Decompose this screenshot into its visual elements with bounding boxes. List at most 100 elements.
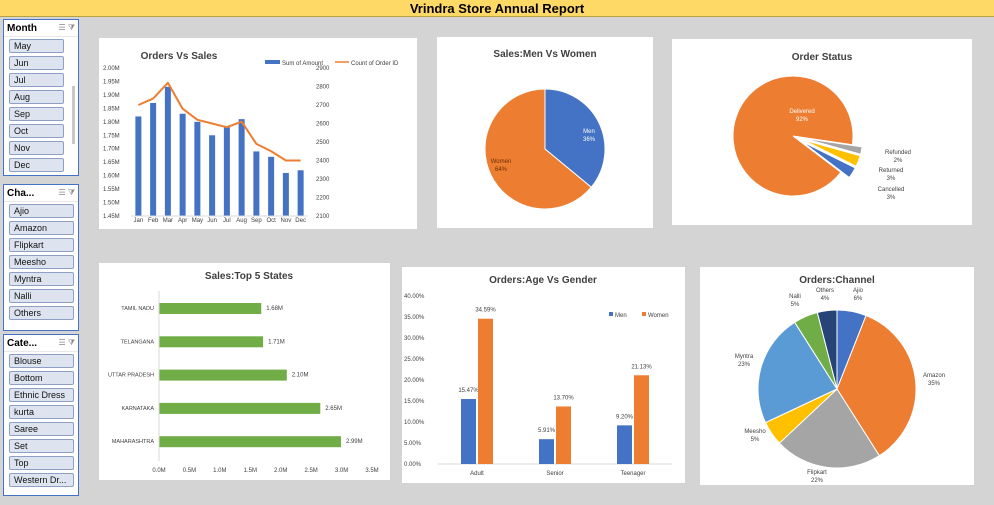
slicer-item-western-dress[interactable]: Western Dr...: [9, 472, 74, 488]
orders-vs-sales-chart: Orders Vs SalesSum of Amount Count of Ord…: [103, 51, 399, 224]
bar-jul: [223, 127, 230, 216]
bar-senior-women: [556, 406, 571, 464]
x-tick-label: 2.0M: [274, 468, 287, 474]
slice-label-meesho: Meesho: [744, 429, 766, 435]
slice-value-ajio: 6%: [854, 296, 863, 302]
x-tick-label: Sep: [251, 218, 262, 224]
chart-title: Orders:Channel: [799, 275, 875, 286]
multi-select-icon[interactable]: ☰: [58, 188, 65, 197]
y-left-tick-label: 1.70M: [103, 147, 120, 153]
slicer-item-jun[interactable]: Jun: [9, 55, 64, 71]
slice-value-refunded: 2%: [894, 158, 903, 164]
slicer-item-may[interactable]: May: [9, 39, 64, 54]
slicer-item-jul[interactable]: Jul: [9, 72, 64, 88]
y-tick-label: 15.00%: [404, 399, 425, 405]
slicer-item-sep[interactable]: Sep: [9, 106, 64, 122]
bar-senior-men: [539, 439, 554, 464]
y-right-tick-label: 2200: [316, 196, 330, 202]
slicer-item-others[interactable]: Others: [9, 305, 74, 321]
data-label-telangana: 1.71M: [268, 339, 285, 345]
legend-label-count-of-order-id: Count of Order ID: [351, 61, 399, 67]
data-label-adult-women: 34.59%: [475, 308, 496, 314]
age-vs-gender-chart: Orders:Age Vs Gender 0.00% 5.00% 10.00% 15.0…: [404, 275, 672, 477]
slice-label-delivered: Delivered: [789, 109, 814, 115]
legend-label-men: Men: [615, 313, 627, 319]
slicer-item-meesho[interactable]: Meesho: [9, 254, 74, 270]
slicer-item-ajio[interactable]: Ajio: [9, 204, 74, 219]
bar-jun: [209, 135, 216, 216]
slicer-item-flipkart[interactable]: Flipkart: [9, 237, 74, 253]
bar-aug: [238, 119, 245, 216]
bar-maharashtra: [159, 436, 341, 448]
x-tick-label: Jan: [134, 218, 144, 224]
x-tick-label: Aug: [236, 218, 247, 224]
clear-filter-icon[interactable]: ⧩: [68, 23, 75, 32]
multi-select-icon[interactable]: ☰: [58, 23, 65, 32]
slicer-title: Month: [7, 22, 37, 34]
x-tick-label: Feb: [148, 218, 159, 224]
slice-value-myntra: 23%: [738, 362, 751, 368]
y-right-tick-label: 2800: [316, 85, 330, 91]
line-count-of-order-id: [137, 81, 301, 162]
data-label-adult-men: 15.47%: [458, 388, 479, 394]
slicer-item-blouse[interactable]: Blouse: [9, 354, 74, 369]
slicer-title: Cate...: [7, 337, 38, 349]
slicer-item-bottom[interactable]: Bottom: [9, 370, 74, 386]
slicer-item-saree[interactable]: Saree: [9, 421, 74, 437]
legend-swatch-sum-of-amount: [265, 60, 280, 64]
slicer-item-ethnic-dress[interactable]: Ethnic Dress: [9, 387, 74, 403]
legend-label-women: Women: [648, 313, 669, 319]
data-label-teenager-men: 9.20%: [616, 414, 634, 420]
slice-value-flipkart: 22%: [811, 478, 824, 484]
multi-select-icon[interactable]: ☰: [58, 338, 65, 347]
slice-value-others: 4%: [821, 296, 830, 302]
top-states-card[interactable]: Sales:Top 5 States 0.0M 0.5M 1.0M 1.5M 2.0M 2.…: [99, 263, 390, 480]
y-left-tick-label: 1.95M: [103, 79, 120, 85]
orders-vs-sales-card[interactable]: Orders Vs Sales Sum of Amount Count of Ord…: [99, 38, 417, 229]
x-tick-label: Jun: [207, 218, 217, 224]
x-tick-label: 1.0M: [213, 468, 226, 474]
slicer-item-nalli[interactable]: Nalli: [9, 288, 74, 304]
men-vs-women-card[interactable]: Sales:Men Vs Women Men 36% Women 64%: [437, 37, 653, 228]
x-tick-label: Teenager: [620, 471, 645, 477]
slicer-scrollbar[interactable]: [72, 86, 75, 144]
data-label-uttar-pradesh: 2.10M: [292, 373, 309, 379]
slicer-item-myntra[interactable]: Myntra: [9, 271, 74, 287]
bar-uttar-pradesh: [159, 369, 287, 381]
slicer-item-set[interactable]: Set: [9, 438, 74, 454]
channel-slicer[interactable]: Cha... ☰ ⧩ Ajio Amazon Flipkart Meesho M…: [3, 184, 79, 331]
slice-label-returned: Returned: [879, 168, 904, 174]
slicer-item-oct[interactable]: Oct: [9, 123, 64, 139]
chart-title: Sales:Men Vs Women: [493, 49, 596, 60]
y-right-tick-label: 2400: [316, 159, 330, 165]
x-tick-label: 3.5M: [365, 468, 378, 474]
category-slicer[interactable]: Cate... ☰ ⧩ Blouse Bottom Ethnic Dress k…: [3, 334, 79, 496]
men-vs-women-chart: Sales:Men Vs Women Men 36% Women 64%: [484, 49, 606, 210]
y-left-tick-label: 1.50M: [103, 201, 120, 207]
orders-channel-card[interactable]: Orders:Channel Ajio 6% Amazon 35% Flipkart 22%…: [700, 267, 974, 485]
clear-filter-icon[interactable]: ⧩: [68, 188, 75, 197]
bar-telangana: [159, 336, 264, 348]
slicer-item-dec[interactable]: Dec: [9, 157, 64, 173]
slice-label-others: Others: [816, 288, 834, 294]
order-status-card[interactable]: Order Status Delivered 92% Refunded 2% Return…: [672, 39, 972, 225]
slicer-item-top[interactable]: Top: [9, 455, 74, 471]
data-label-karnataka: 2.65M: [325, 406, 342, 412]
slicer-item-nov[interactable]: Nov: [9, 140, 64, 156]
x-tick-label: Dec: [295, 218, 306, 224]
x-tick-label: Nov: [281, 218, 292, 224]
y-left-tick-label: 1.55M: [103, 187, 120, 193]
slicer-item-aug[interactable]: Aug: [9, 89, 64, 105]
age-vs-gender-card[interactable]: Orders:Age Vs Gender 0.00% 5.00% 10.00% 15.0…: [402, 267, 685, 483]
slice-label-myntra: Myntra: [735, 354, 754, 360]
slice-label-men: Men: [583, 129, 595, 135]
y-left-tick-label: 1.45M: [103, 214, 120, 220]
month-slicer[interactable]: Month ☰ ⧩ May Jun Jul Aug Sep Oct Nov De…: [3, 19, 79, 176]
slicer-item-amazon[interactable]: Amazon: [9, 220, 74, 236]
y-left-tick-label: 1.80M: [103, 120, 120, 126]
slice-value-delivered: 92%: [796, 117, 809, 123]
clear-filter-icon[interactable]: ⧩: [68, 338, 75, 347]
slice-label-women: Women: [491, 159, 512, 165]
slicer-item-kurta[interactable]: kurta: [9, 404, 74, 420]
y-tick-label: 25.00%: [404, 357, 425, 363]
